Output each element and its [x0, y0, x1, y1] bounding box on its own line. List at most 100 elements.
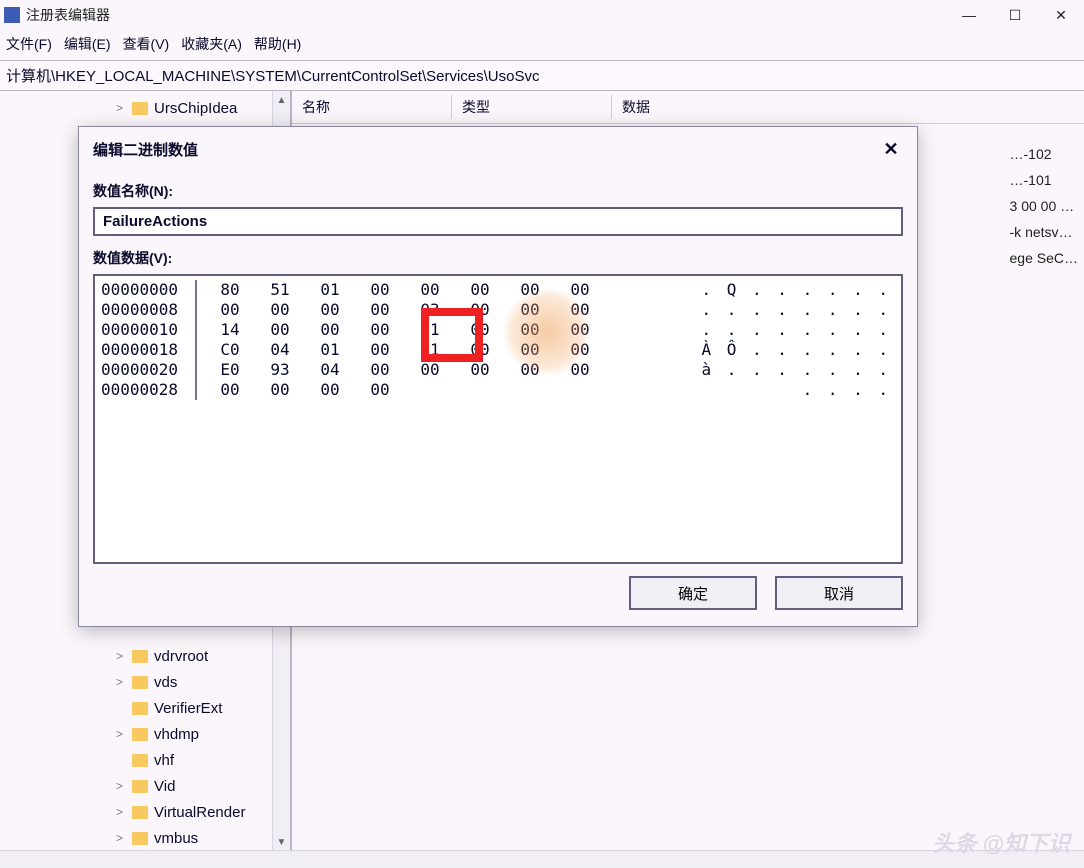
tree-top: > UrsChipIdea: [0, 91, 290, 121]
tree-item[interactable]: > vhdmp: [0, 721, 290, 747]
tree-bottom: > vdrvroot > vds VerifierExt > vhdmp: [0, 639, 290, 851]
hex-addr: 00000018: [101, 340, 197, 360]
hex-byte[interactable]: C0: [205, 340, 255, 360]
col-data[interactable]: 数据: [612, 95, 1084, 119]
hex-byte[interactable]: E0: [205, 360, 255, 380]
hex-addr: 00000020: [101, 360, 197, 380]
col-type[interactable]: 类型: [452, 95, 612, 119]
hex-addr: 00000000: [101, 280, 197, 300]
hex-byte[interactable]: 00: [505, 340, 555, 360]
folder-icon: [132, 780, 148, 793]
hex-addr: 00000008: [101, 300, 197, 320]
hex-byte[interactable]: 00: [405, 280, 455, 300]
scroll-down-icon[interactable]: ▼: [273, 833, 290, 851]
hex-byte[interactable]: 00: [555, 300, 605, 320]
hex-byte[interactable]: 00: [255, 380, 305, 400]
tree-item[interactable]: > VirtualRender: [0, 799, 290, 825]
hex-addr: 00000010: [101, 320, 197, 340]
tree-item[interactable]: > UrsChipIdea: [0, 95, 290, 121]
hex-byte[interactable]: 00: [455, 340, 505, 360]
hex-byte[interactable]: 00: [455, 300, 505, 320]
hex-byte[interactable]: 01: [405, 340, 455, 360]
minimize-button[interactable]: —: [946, 0, 992, 30]
ok-button[interactable]: 确定: [629, 576, 757, 610]
hex-byte[interactable]: 04: [305, 360, 355, 380]
hex-ascii: À Ô . . . . . .: [702, 340, 892, 360]
folder-icon: [132, 702, 148, 715]
hex-byte[interactable]: 00: [255, 320, 305, 340]
value-name-field[interactable]: FailureActions: [93, 207, 903, 236]
hex-byte[interactable]: 00: [405, 360, 455, 380]
hex-byte[interactable]: 00: [355, 300, 405, 320]
hex-row[interactable]: 00000028 00 00 00 00 . . . .: [101, 380, 895, 400]
tree-item[interactable]: vhf: [0, 747, 290, 773]
hex-byte[interactable]: 51: [255, 280, 305, 300]
cancel-button[interactable]: 取消: [775, 576, 903, 610]
hex-byte[interactable]: 00: [555, 360, 605, 380]
hex-byte[interactable]: 00: [505, 360, 555, 380]
hex-byte[interactable]: 00: [205, 380, 255, 400]
tree-item-label: vmbus: [154, 830, 198, 847]
hex-byte[interactable]: 00: [455, 360, 505, 380]
hex-byte[interactable]: 00: [305, 320, 355, 340]
hex-byte[interactable]: 00: [505, 320, 555, 340]
menu-favorites[interactable]: 收藏夹(A): [181, 34, 242, 54]
hex-byte[interactable]: 01: [305, 340, 355, 360]
menu-edit[interactable]: 编辑(E): [64, 34, 111, 54]
hex-byte[interactable]: 00: [355, 360, 405, 380]
hex-byte[interactable]: 00: [505, 280, 555, 300]
hex-row[interactable]: 00000008 00 00 00 00 03 00 00 00 . . . .…: [101, 300, 895, 320]
menu-file[interactable]: 文件(F): [6, 34, 52, 54]
tree-item-label: UrsChipIdea: [154, 100, 237, 117]
hex-byte[interactable]: 80: [205, 280, 255, 300]
hex-byte[interactable]: 14: [205, 320, 255, 340]
menu-help[interactable]: 帮助(H): [254, 34, 301, 54]
hex-byte[interactable]: 00: [255, 300, 305, 320]
scroll-up-icon[interactable]: ▲: [273, 91, 290, 109]
hex-row[interactable]: 00000018 C0 04 01 00 01 00 00 00 À Ô . .…: [101, 340, 895, 360]
hex-byte[interactable]: 00: [555, 280, 605, 300]
hex-byte[interactable]: 00: [205, 300, 255, 320]
list-header: 名称 类型 数据: [292, 91, 1084, 124]
address-bar[interactable]: 计算机\HKEY_LOCAL_MACHINE\SYSTEM\CurrentCon…: [0, 60, 1084, 91]
hex-byte[interactable]: 00: [355, 340, 405, 360]
hex-byte[interactable]: 00: [355, 320, 405, 340]
tree-item[interactable]: > vds: [0, 669, 290, 695]
hex-byte[interactable]: 00: [455, 280, 505, 300]
hex-byte[interactable]: 00: [505, 300, 555, 320]
bg-value: …-102: [1010, 141, 1078, 167]
value-data-label: 数值数据(V):: [93, 248, 903, 268]
hex-byte[interactable]: 00: [305, 300, 355, 320]
titlebar: 注册表编辑器 — ☐ ✕: [0, 0, 1084, 30]
hex-byte[interactable]: 00: [555, 320, 605, 340]
dialog-close-button[interactable]: ✕: [875, 135, 907, 163]
hex-byte[interactable]: 00: [355, 280, 405, 300]
hex-byte[interactable]: 00: [355, 380, 405, 400]
horizontal-scrollbar[interactable]: [0, 850, 1084, 868]
hex-byte[interactable]: 03: [405, 300, 455, 320]
hex-byte[interactable]: 01: [305, 280, 355, 300]
window-title: 注册表编辑器: [26, 5, 946, 25]
maximize-button[interactable]: ☐: [992, 0, 1038, 30]
tree-item[interactable]: > Vid: [0, 773, 290, 799]
hex-byte[interactable]: 00: [305, 380, 355, 400]
hex-row[interactable]: 00000000 80 51 01 00 00 00 00 00 . Q . .…: [101, 280, 895, 300]
hex-row[interactable]: 00000010 14 00 00 00 01 00 00 00 . . . .…: [101, 320, 895, 340]
hex-byte[interactable]: 93: [255, 360, 305, 380]
tree-item[interactable]: VerifierExt: [0, 695, 290, 721]
tree-item[interactable]: > vdrvroot: [0, 643, 290, 669]
hex-byte[interactable]: 00: [455, 320, 505, 340]
hex-byte[interactable]: 04: [255, 340, 305, 360]
hex-editor[interactable]: 00000000 80 51 01 00 00 00 00 00 . Q . .…: [93, 274, 903, 564]
edit-binary-dialog: 编辑二进制数值 ✕ 数值名称(N): FailureActions 数值数据(V…: [78, 126, 918, 627]
hex-ascii: . . . . . . . .: [702, 320, 892, 340]
hex-row[interactable]: 00000020 E0 93 04 00 00 00 00 00 à . . .…: [101, 360, 895, 380]
hex-byte[interactable]: 01: [405, 320, 455, 340]
hex-ascii: . . . . . . . .: [702, 300, 892, 320]
tree-item[interactable]: > vmbus: [0, 825, 290, 851]
hex-byte[interactable]: 00: [555, 340, 605, 360]
tree-item-label: VerifierExt: [154, 700, 222, 717]
close-button[interactable]: ✕: [1038, 0, 1084, 30]
col-name[interactable]: 名称: [292, 95, 452, 119]
menu-view[interactable]: 查看(V): [123, 34, 170, 54]
